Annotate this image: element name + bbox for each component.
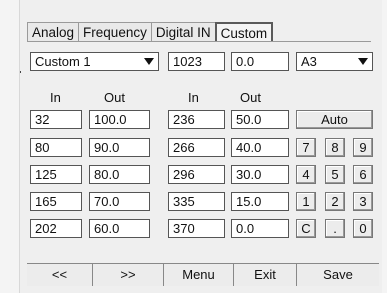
auto-button[interactable]: Auto [296,110,373,129]
tab-analog[interactable]: Analog [27,22,80,41]
save-button[interactable]: Save [297,264,379,286]
key-4[interactable]: 4 [296,165,316,184]
right-in-0[interactable]: 236 [168,110,225,129]
key-6[interactable]: 6 [353,165,373,184]
right-out-2[interactable]: 30.0 [231,165,289,184]
right-out-4[interactable]: 0.0 [231,219,289,238]
key-8[interactable]: 8 [325,138,345,157]
right-out-1[interactable]: 40.0 [231,138,289,157]
bottom-nav-bar: << >> Menu Exit Save [27,263,379,286]
left-in-1[interactable]: 80 [30,138,82,157]
tab-custom[interactable]: Custom [214,22,274,41]
key-7[interactable]: 7 [296,138,316,157]
header-out-left: Out [104,90,125,105]
header-in-right: In [188,90,199,105]
right-out-3[interactable]: 15.0 [231,192,289,211]
left-in-3[interactable]: 165 [30,192,82,211]
left-out-0[interactable]: 100.0 [89,110,150,129]
key-3[interactable]: 3 [353,192,373,211]
menu-button[interactable]: Menu [164,264,234,286]
key-clear[interactable]: C [296,219,316,238]
key-decimal[interactable]: . [325,219,345,238]
left-in-0[interactable]: 32 [30,110,82,129]
tab-frequency[interactable]: Frequency [78,22,152,41]
left-out-3[interactable]: 70.0 [89,192,150,211]
exit-button[interactable]: Exit [234,264,297,286]
right-out-0[interactable]: 50.0 [231,110,289,129]
left-in-2[interactable]: 125 [30,165,82,184]
pin-select[interactable]: A3 [296,52,373,71]
right-in-1[interactable]: 266 [168,138,225,157]
curve-select-value: Custom 1 [35,54,91,69]
curve-select[interactable]: Custom 1 [30,52,159,71]
right-in-3[interactable]: 335 [168,192,225,211]
value1-field[interactable]: 1023 [168,52,225,71]
header-in-left: In [50,90,61,105]
key-0[interactable]: 0 [353,219,373,238]
left-out-1[interactable]: 90.0 [89,138,150,157]
header-out-right: Out [240,90,261,105]
tab-bar: Analog Frequency Digital IN Custom [27,22,274,42]
tab-divider [27,41,371,42]
value2-field[interactable]: 0.0 [231,52,289,71]
prev-button[interactable]: << [27,264,93,286]
key-5[interactable]: 5 [325,165,345,184]
chevron-down-icon [144,58,154,65]
marker-dot [20,71,21,73]
left-in-4[interactable]: 202 [30,219,82,238]
right-in-4[interactable]: 370 [168,219,225,238]
key-9[interactable]: 9 [353,138,373,157]
chevron-down-icon [358,58,368,65]
key-1[interactable]: 1 [296,192,316,211]
tab-digital-in[interactable]: Digital IN [150,22,216,41]
next-button[interactable]: >> [93,264,164,286]
key-2[interactable]: 2 [325,192,345,211]
right-in-2[interactable]: 296 [168,165,225,184]
left-out-4[interactable]: 60.0 [89,219,150,238]
left-out-2[interactable]: 80.0 [89,165,150,184]
pin-select-value: A3 [301,54,317,69]
